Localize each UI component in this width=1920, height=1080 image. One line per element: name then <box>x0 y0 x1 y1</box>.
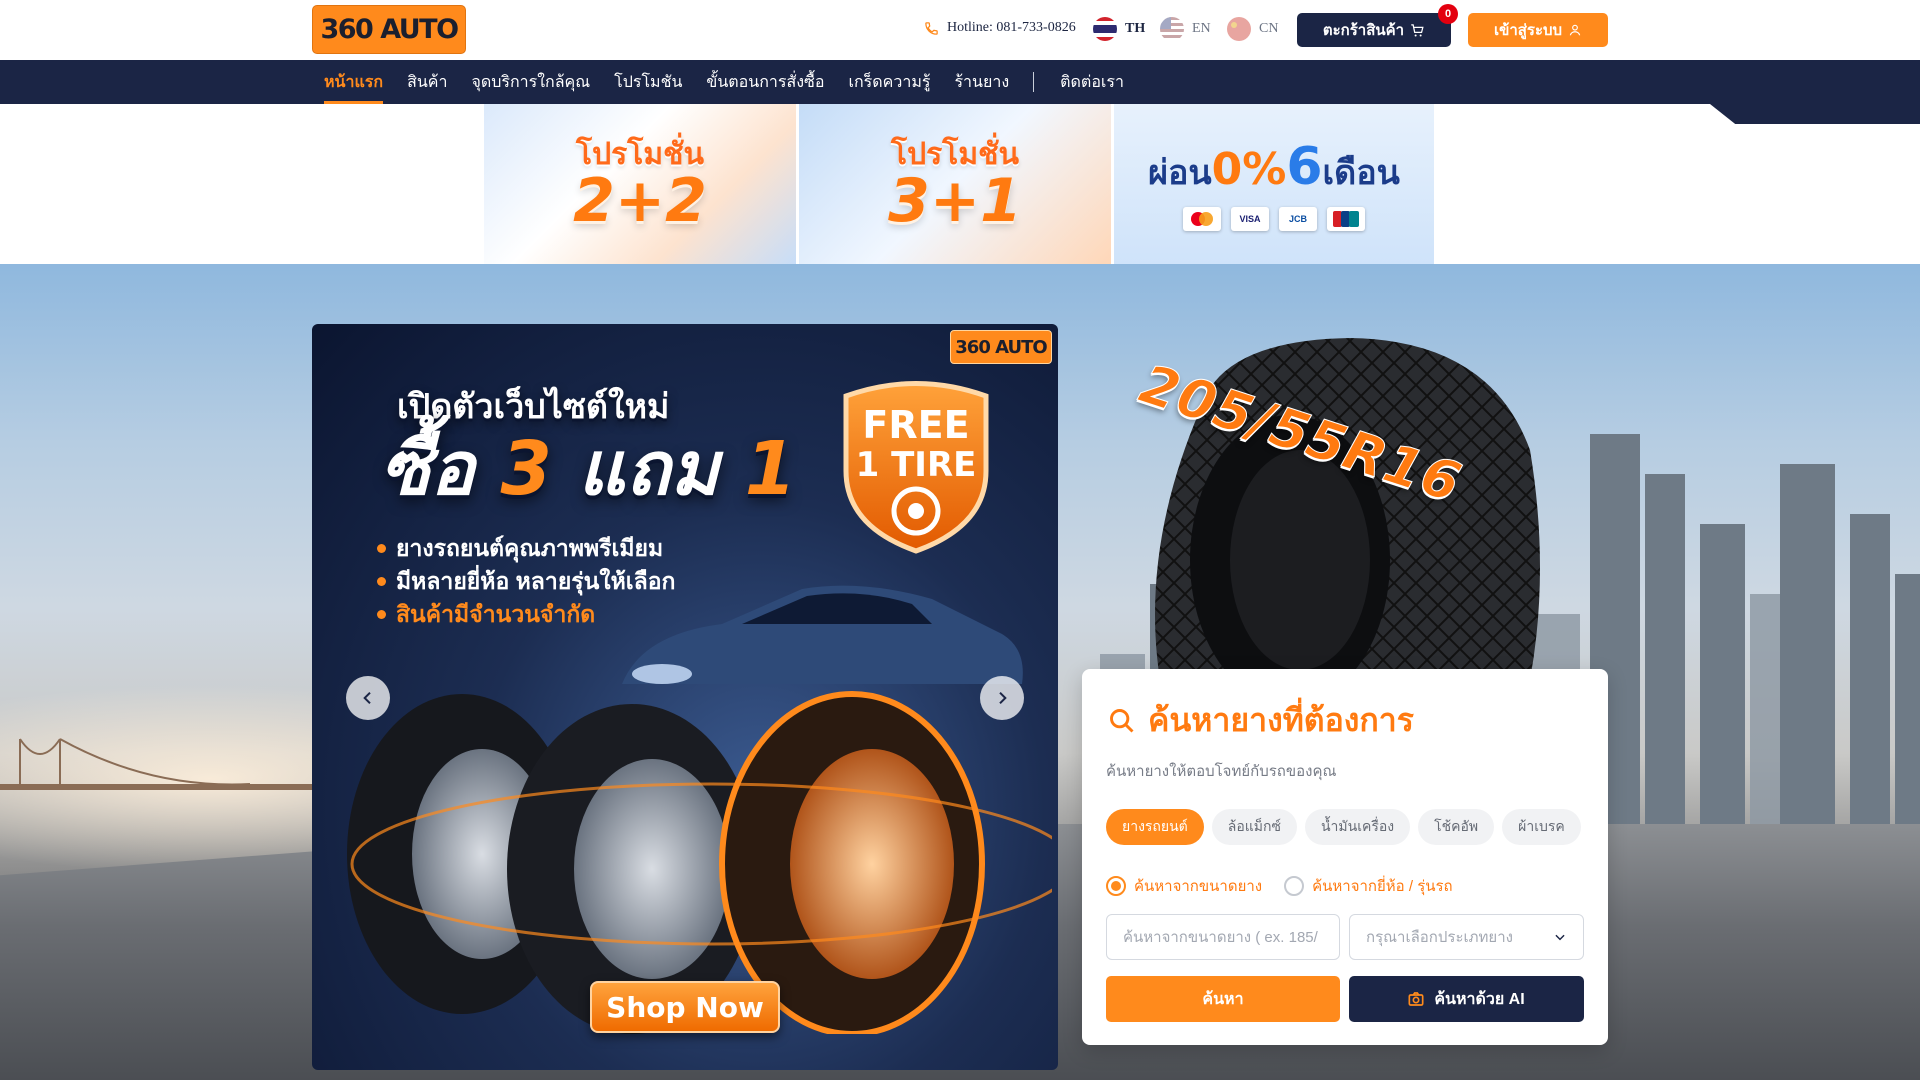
slider-prev-button[interactable] <box>346 676 390 720</box>
installment-zero: 0% <box>1211 144 1287 195</box>
login-button[interactable]: เข้าสู่ระบบ <box>1468 13 1608 47</box>
nav-decoration <box>1710 104 1920 124</box>
free-tire-shield-icon: FREE 1 TIRE <box>843 381 989 554</box>
nav-products[interactable]: สินค้า <box>395 60 459 104</box>
user-icon <box>1569 24 1581 36</box>
search-title-text: ค้นหายางที่ต้องการ <box>1148 702 1414 738</box>
search-mode-radios: ค้นหาจากขนาดยาง ค้นหาจากยี่ห้อ / รุ่นรถ <box>1106 874 1453 898</box>
banner-bullet: ยางรถยนต์คุณภาพพรีเมียม <box>377 532 675 565</box>
visa-icon: VISA <box>1230 207 1269 231</box>
category-chips: ยางรถยนต์ ล้อแม็กซ์ น้ำมันเครื่อง โช้คอั… <box>1106 809 1581 845</box>
promo-2-offer: 3+1 <box>888 165 1022 236</box>
thailand-flag-icon <box>1093 17 1117 41</box>
lang-cn-label: CN <box>1259 21 1279 36</box>
installment-text: ผ่อน0%6เดือน <box>1148 137 1400 199</box>
radio-by-size-label: ค้นหาจากขนาดยาง <box>1134 878 1263 895</box>
mastercard-icon <box>1182 207 1221 231</box>
radio-by-size[interactable]: ค้นหาจากขนาดยาง <box>1106 874 1262 898</box>
chip-wheels[interactable]: ล้อแม็กซ์ <box>1211 809 1297 845</box>
jcb-icon: JCB <box>1278 207 1317 231</box>
login-label: เข้าสู่ระบบ <box>1493 22 1563 39</box>
lang-en[interactable]: EN <box>1160 17 1211 41</box>
search-panel-title: ค้นหายางที่ต้องการ <box>1108 695 1414 746</box>
logo-text: 360 AUTO <box>320 14 459 45</box>
chevron-right-icon <box>999 691 1007 705</box>
top-bar: 360 AUTO Hotline: 081-733-0826 TH EN CN … <box>0 0 1920 60</box>
chip-shock-absorbers[interactable]: โช้คอัพ <box>1418 809 1495 845</box>
nav-promotions[interactable]: โปรโมชัน <box>602 60 694 104</box>
shop-now-button[interactable]: Shop Now <box>590 981 780 1033</box>
chip-brake-pads[interactable]: ผ้าเบรค <box>1502 809 1581 845</box>
banner-logo: 360 AUTO <box>950 330 1052 364</box>
site-logo[interactable]: 360 AUTO <box>312 5 466 54</box>
hero-slider-banner[interactable]: 360 AUTO เปิดตัวเว็บไซต์ใหม่ ซื้อ 3 แถม … <box>312 324 1058 1070</box>
badge-line-2: 1 TIRE <box>856 445 977 485</box>
chevron-down-icon <box>1555 934 1565 941</box>
chip-engine-oil[interactable]: น้ำมันเครื่อง <box>1304 809 1411 845</box>
tire-size-field <box>1106 914 1340 960</box>
chip-tires[interactable]: ยางรถยนต์ <box>1106 809 1204 845</box>
card-logos: VISA JCB <box>1148 207 1400 231</box>
unionpay-icon <box>1326 207 1365 231</box>
tire-type-placeholder: กรุณาเลือกประเภทยาง <box>1366 929 1513 946</box>
camera-icon <box>1408 992 1424 1006</box>
slider-next-button[interactable] <box>980 676 1024 720</box>
usa-flag-icon <box>1160 17 1184 41</box>
search-subtitle: ค้นหายางให้ตอบโจทย์กับรถของคุณ <box>1106 763 1337 780</box>
hotline-text: Hotline: 081-733-0826 <box>947 20 1076 35</box>
tires-graphic <box>347 691 1052 1034</box>
ai-search-button[interactable]: ค้นหาด้วย AI <box>1349 976 1584 1022</box>
lang-th[interactable]: TH <box>1093 17 1145 41</box>
installment-prefix: ผ่อน <box>1148 153 1212 193</box>
nav-knowledge[interactable]: เกร็ดความรู้ <box>837 60 943 104</box>
offer-num-1: 3 <box>500 426 552 512</box>
lang-th-label: TH <box>1125 21 1146 36</box>
offer-num-2: 1 <box>744 426 797 512</box>
banner-logo-text: 360 AUTO <box>955 336 1047 358</box>
hotline[interactable]: Hotline: 081-733-0826 <box>924 20 1076 36</box>
cart-icon <box>1411 23 1424 36</box>
nav-contact[interactable]: ติดต่อเรา <box>1048 60 1136 104</box>
offer-prefix: ซื้อ <box>380 426 475 512</box>
offer-mid: แถม <box>577 426 719 512</box>
installment-suffix: เดือน <box>1322 153 1400 193</box>
nav-tire-shops[interactable]: ร้านยาง <box>942 60 1021 104</box>
banner-headline: เปิดตัวเว็บไซต์ใหม่ <box>397 387 670 427</box>
main-nav: หน้าแรก สินค้า จุดบริการใกล้คุณ โปรโมชัน… <box>0 60 1920 104</box>
phone-icon <box>925 21 938 35</box>
radio-by-brand-label: ค้นหาจากยี่ห้อ / รุ่นรถ <box>1312 878 1453 895</box>
promo-1-offer: 2+2 <box>573 165 707 236</box>
search-icon <box>1110 708 1134 733</box>
nav-divider <box>1033 72 1035 92</box>
radio-by-size-dot <box>1106 876 1126 896</box>
cart-label: ตะกร้าสินค้า <box>1322 22 1405 39</box>
promo-banner-3plus1[interactable]: โปรโมชั่น 3+1 <box>799 104 1111 264</box>
radio-by-brand[interactable]: ค้นหาจากยี่ห้อ / รุ่นรถ <box>1284 874 1453 898</box>
nav-home[interactable]: หน้าแรก <box>324 60 395 104</box>
nav-order-steps[interactable]: ขั้นตอนการสั่งซื้อ <box>694 60 836 104</box>
nav-service-points[interactable]: จุดบริการใกล้คุณ <box>459 60 602 104</box>
badge-line-1: FREE <box>862 403 969 447</box>
search-button[interactable]: ค้นหา <box>1106 976 1340 1022</box>
tire-size-input[interactable] <box>1123 928 1323 946</box>
lang-en-label: EN <box>1192 21 1211 36</box>
china-flag-icon <box>1227 17 1251 41</box>
tire-type-select[interactable]: กรุณาเลือกประเภทยาง <box>1349 914 1584 960</box>
radio-by-brand-dot <box>1284 876 1305 896</box>
promo-banner-installment[interactable]: ผ่อน0%6เดือน VISA JCB <box>1114 104 1434 264</box>
bridge-graphic <box>0 738 320 790</box>
banner-offer: ซื้อ 3 แถม 1 <box>380 432 796 506</box>
promo-banner-2plus2[interactable]: โปรโมชั่น 2+2 <box>484 104 796 264</box>
installment-six: 6 <box>1286 137 1323 197</box>
cart-button[interactable]: ตะกร้าสินค้า <box>1297 13 1451 47</box>
tire-search-panel: ค้นหายางที่ต้องการ ค้นหายางให้ตอบโจทย์กั… <box>1082 669 1608 1045</box>
lang-cn[interactable]: CN <box>1227 17 1278 41</box>
chevron-left-icon <box>363 691 371 705</box>
cart-count-badge: 0 <box>1438 4 1458 24</box>
ai-search-label: ค้นหาด้วย AI <box>1434 990 1525 1008</box>
